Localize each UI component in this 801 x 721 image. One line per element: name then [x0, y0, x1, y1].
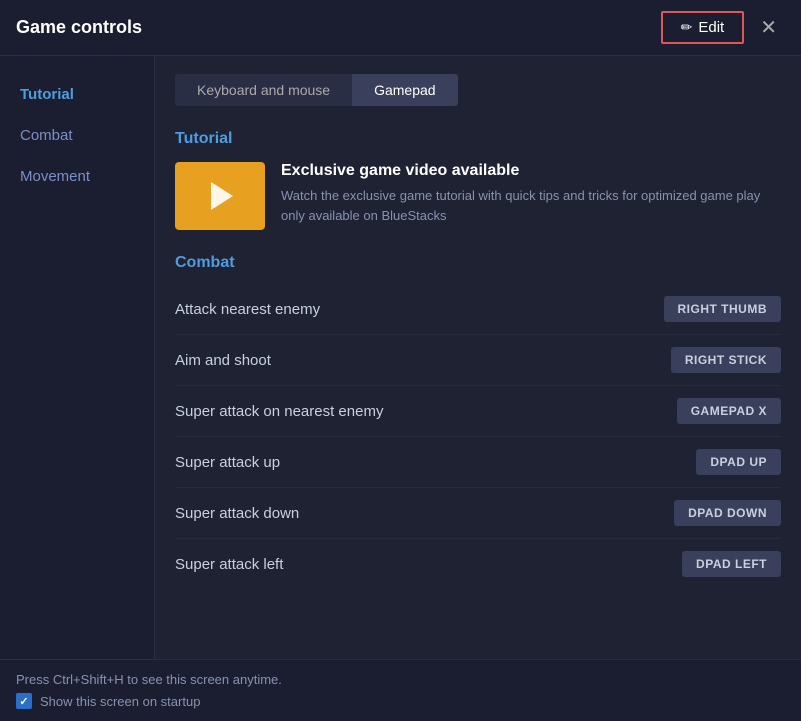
control-label: Super attack up: [175, 454, 280, 471]
table-row: Attack nearest enemy RIGHT THUMB: [175, 284, 781, 335]
tab-keyboard[interactable]: Keyboard and mouse: [175, 74, 352, 106]
control-badge: RIGHT STICK: [671, 347, 781, 373]
control-badge: DPAD DOWN: [674, 500, 781, 526]
control-label: Aim and shoot: [175, 352, 271, 369]
edit-label: Edit: [698, 19, 724, 36]
control-label: Super attack left: [175, 556, 283, 573]
title-bar-left: Game controls: [16, 17, 142, 38]
tutorial-text: Exclusive game video available Watch the…: [281, 162, 781, 225]
close-button[interactable]: ✕: [752, 11, 785, 44]
content-area: Tutorial Combat Movement Keyboard and mo…: [0, 56, 801, 659]
sidebar-item-tutorial[interactable]: Tutorial: [0, 76, 154, 113]
startup-checkbox[interactable]: ✓: [16, 693, 32, 709]
game-controls-window: Game controls ✏ Edit ✕ Tutorial Combat M…: [0, 0, 801, 721]
control-badge: RIGHT THUMB: [664, 296, 782, 322]
check-icon: ✓: [19, 695, 28, 708]
table-row: Aim and shoot RIGHT STICK: [175, 335, 781, 386]
tab-gamepad[interactable]: Gamepad: [352, 74, 457, 106]
main-content: Keyboard and mouse Gamepad Tutorial Excl…: [155, 56, 801, 659]
table-row: Super attack on nearest enemy GAMEPAD X: [175, 386, 781, 437]
control-badge: DPAD LEFT: [682, 551, 781, 577]
table-row: Super attack left DPAD LEFT: [175, 539, 781, 589]
control-label: Super attack down: [175, 505, 299, 522]
hint-text: Press Ctrl+Shift+H to see this screen an…: [16, 672, 785, 687]
scroll-area[interactable]: Tutorial Exclusive game video available …: [155, 120, 801, 659]
checkbox-row[interactable]: ✓ Show this screen on startup: [16, 693, 785, 709]
play-icon: [211, 182, 233, 210]
title-bar-right: ✏ Edit ✕: [661, 11, 785, 44]
close-label: ✕: [760, 17, 777, 39]
table-row: Super attack up DPAD UP: [175, 437, 781, 488]
pencil-icon: ✏: [681, 19, 693, 36]
control-badge: GAMEPAD X: [677, 398, 781, 424]
video-thumbnail[interactable]: [175, 162, 265, 230]
video-title: Exclusive game video available: [281, 162, 781, 180]
table-row: Super attack down DPAD DOWN: [175, 488, 781, 539]
control-badge: DPAD UP: [696, 449, 781, 475]
video-description: Watch the exclusive game tutorial with q…: [281, 186, 781, 225]
title-bar: Game controls ✏ Edit ✕: [0, 0, 801, 56]
checkbox-label: Show this screen on startup: [40, 694, 200, 709]
tutorial-card: Exclusive game video available Watch the…: [175, 162, 781, 230]
tab-bar: Keyboard and mouse Gamepad: [155, 56, 801, 120]
tutorial-section-title: Tutorial: [175, 130, 781, 148]
edit-button[interactable]: ✏ Edit: [661, 11, 745, 44]
bottom-bar: Press Ctrl+Shift+H to see this screen an…: [0, 659, 801, 721]
control-label: Super attack on nearest enemy: [175, 403, 383, 420]
sidebar-item-movement[interactable]: Movement: [0, 158, 154, 195]
sidebar-item-combat[interactable]: Combat: [0, 117, 154, 154]
control-label: Attack nearest enemy: [175, 301, 320, 318]
combat-section-title: Combat: [175, 254, 781, 272]
window-title: Game controls: [16, 17, 142, 38]
sidebar: Tutorial Combat Movement: [0, 56, 155, 659]
